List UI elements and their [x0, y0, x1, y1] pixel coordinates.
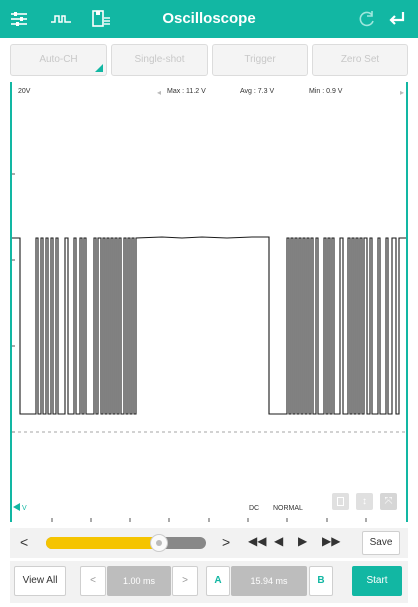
slider-next-icon[interactable]: > [222, 534, 230, 550]
slider-thumb[interactable] [150, 534, 168, 552]
timebase-slider[interactable] [46, 534, 206, 552]
scope-toolbar: Auto-CH Single-shot Trigger Zero Set [10, 44, 408, 78]
start-button[interactable]: Start [352, 566, 402, 596]
auto-ch-button[interactable]: Auto-CH [10, 44, 107, 76]
channel-toggle-icon[interactable] [332, 493, 349, 510]
zero-set-button[interactable]: Zero Set [312, 44, 408, 76]
slider-prev-icon[interactable]: < [20, 534, 28, 550]
trigger-mode-label: NORMAL [273, 505, 303, 512]
time-div-decrease-button[interactable]: < [80, 566, 106, 596]
zero-set-label: Zero Set [340, 54, 380, 65]
slider-fill [46, 537, 159, 549]
time-div-value: 1.00 ms [107, 566, 171, 596]
x-axis-ticks [51, 518, 367, 522]
refresh-icon[interactable] [356, 8, 378, 30]
timebase-slider-row: < > ◀◀ ◀ ▶ ▶▶ Save [10, 528, 408, 558]
waveform-trace [12, 236, 406, 415]
dropdown-corner-icon [95, 64, 103, 72]
coupling-label: DC [249, 505, 260, 512]
bottom-control-row: View All < 1.00 ms > A 15.94 ms B Start [10, 561, 408, 603]
auto-ch-label: Auto-CH [39, 54, 78, 65]
cursor-a-button[interactable]: A [206, 566, 230, 596]
ground-marker-label: V [22, 505, 27, 512]
cursor-delta-value: 15.94 ms [231, 566, 307, 596]
vertical-move-icon[interactable]: ↕ [356, 493, 373, 510]
fast-forward-icon[interactable]: ▶▶ [322, 534, 340, 548]
oscilloscope-display[interactable]: 20V ◂ Max : 11.2 V Avg : 7.3 V Min : 0.9… [10, 82, 408, 522]
back-arrow-icon[interactable] [386, 8, 408, 30]
single-shot-button[interactable]: Single-shot [111, 44, 208, 76]
save-button[interactable]: Save [362, 531, 400, 555]
view-all-button[interactable]: View All [14, 566, 66, 596]
compress-icon[interactable]: ⤧ [380, 493, 397, 510]
step-forward-icon[interactable]: ▶ [298, 534, 307, 548]
waveform-canvas [12, 173, 406, 433]
rewind-icon[interactable]: ◀◀ [248, 534, 266, 548]
title-bar: Oscilloscope [0, 0, 418, 38]
y-axis-ticks [12, 173, 15, 433]
time-div-increase-button[interactable]: > [172, 566, 198, 596]
trigger-label: Trigger [244, 54, 276, 65]
cursor-b-button[interactable]: B [309, 566, 333, 596]
step-back-icon[interactable]: ◀ [274, 534, 283, 548]
single-shot-label: Single-shot [134, 54, 185, 65]
trigger-button[interactable]: Trigger [212, 44, 308, 76]
